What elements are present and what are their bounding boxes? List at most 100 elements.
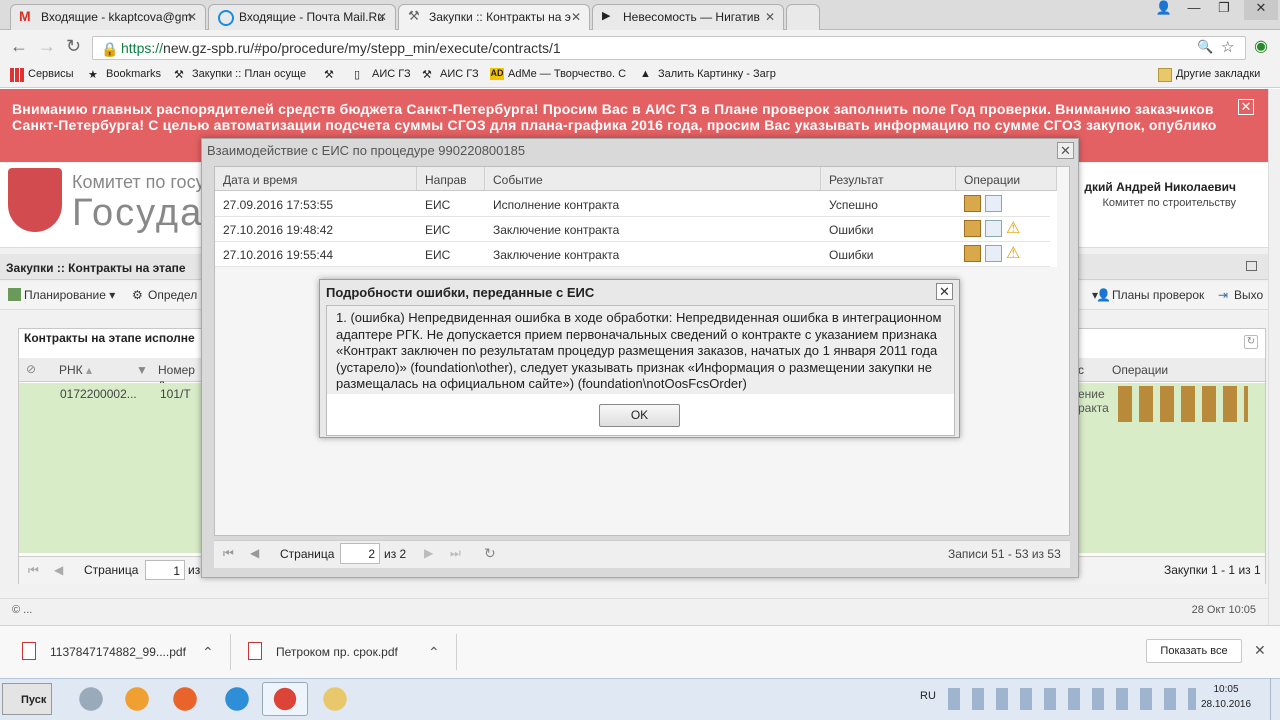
first-page-icon[interactable]: ⏮ <box>223 546 234 561</box>
bookmark-ais-2[interactable]: ⚒ АИС ГЗ <box>422 68 479 81</box>
show-desktop-button[interactable] <box>1270 678 1280 720</box>
filter-clear-icon[interactable]: ⊘ <box>26 362 42 378</box>
divider <box>230 634 231 670</box>
bookmark-services[interactable]: Сервисы <box>10 68 74 82</box>
download-item[interactable]: Петроком пр. срок.pdf <box>248 642 398 660</box>
status-datetime: 28 Окт 10:05 <box>1191 604 1256 616</box>
menu-exit[interactable]: ⇥ Выхо <box>1218 288 1268 302</box>
cell-result: Ошибки <box>829 248 874 262</box>
firefox-icon[interactable] <box>162 682 208 716</box>
close-icon[interactable]: ✕ <box>571 10 581 24</box>
tab-youtube[interactable]: ▶ Невесомость — Нигатив ✕ <box>592 4 784 30</box>
tab-label: Закупки :: Контракты на э <box>429 10 571 24</box>
menu-inspection-plans[interactable]: 👤 Планы проверок <box>1096 288 1204 302</box>
forward-icon[interactable]: → <box>38 36 56 57</box>
user-info[interactable]: дкий Андрей Николаевич Комитет по строит… <box>1076 172 1244 218</box>
close-icon[interactable]: ✕ <box>377 10 387 24</box>
bookmark-other[interactable]: Другие закладки <box>1158 68 1260 82</box>
cell-datetime: 27.10.2016 19:48:42 <box>223 223 334 237</box>
zoom-icon[interactable]: 🔍 <box>1197 39 1213 55</box>
refresh-icon[interactable]: ↻ <box>1244 335 1258 349</box>
prev-page-icon[interactable]: ◀ <box>250 546 259 560</box>
chevron-up-icon[interactable]: ⌃ <box>428 644 440 661</box>
address-bar[interactable]: 🔒 https://new.gz-spb.ru/#po/procedure/my… <box>92 36 1246 60</box>
user-organization: Комитет по строительству <box>1102 197 1237 209</box>
bookmark-upload[interactable]: ▲ Залить Картинку - Загр <box>640 68 778 80</box>
bookmark-ais-1[interactable]: ▯ АИС ГЗ <box>354 68 411 81</box>
tab-gmail[interactable]: M Входящие - kkaptcova@gm ✕ <box>10 4 206 30</box>
show-all-downloads-button[interactable]: Показать все <box>1146 639 1242 663</box>
tab-zakupki[interactable]: ⚒ Закупки :: Контракты на э ✕ <box>398 4 590 31</box>
app-icon[interactable] <box>68 682 114 716</box>
menu-define[interactable]: ⚙ Определ <box>132 288 197 302</box>
language-indicator[interactable]: RU <box>920 690 936 702</box>
back-icon[interactable]: ← <box>10 36 28 57</box>
row-operation-icons[interactable] <box>1118 386 1248 422</box>
tray-clock[interactable]: 10:05 28.10.2016 <box>1201 684 1251 710</box>
extension-icon[interactable]: ◉ <box>1254 36 1268 56</box>
col-header-datetime[interactable]: Дата и время <box>215 167 417 191</box>
tray-icons[interactable] <box>948 688 1196 710</box>
col-header-event[interactable]: Событие <box>485 167 821 191</box>
play-icon: ▶ <box>602 10 611 22</box>
profile-icon[interactable]: 👤 <box>1150 0 1178 20</box>
bookmark-adme[interactable]: AD AdMe — Творчество. С <box>490 68 628 80</box>
close-icon[interactable]: ✕ <box>1057 142 1074 159</box>
divider <box>456 634 457 670</box>
table-row[interactable]: 27.10.2016 19:55:44 ЕИС Заключение контр… <box>215 242 1050 267</box>
col-header-result[interactable]: Результат <box>821 167 956 191</box>
package-icon[interactable] <box>964 195 981 212</box>
refresh-icon[interactable]: ↻ <box>484 545 496 562</box>
prev-page-icon[interactable]: ◀ <box>54 563 63 577</box>
bookmark-plan[interactable]: ⚒ Закупки :: План осуще <box>174 68 314 80</box>
page-scrollbar[interactable] <box>1268 89 1280 625</box>
filter-icon[interactable]: ▼ <box>136 363 148 377</box>
star-icon[interactable]: ☆ <box>1221 38 1234 56</box>
banner-close-icon[interactable]: ✕ <box>1238 99 1254 115</box>
document-icon[interactable] <box>985 220 1002 237</box>
menu-more[interactable]: ▾ <box>1076 288 1098 302</box>
first-page-icon[interactable]: ⏮ <box>28 563 39 578</box>
collapse-icon[interactable] <box>1246 261 1257 271</box>
tab-mailru[interactable]: Входящие - Почта Mail.Ru ✕ <box>208 4 396 30</box>
media-player-icon[interactable] <box>114 682 160 716</box>
last-page-icon[interactable]: ⏭ <box>450 546 461 561</box>
table-row[interactable]: 27.09.2016 17:53:55 ЕИС Исполнение контр… <box>215 192 1050 217</box>
gear-icon: ⚙ <box>132 288 143 302</box>
package-icon[interactable] <box>964 220 981 237</box>
new-tab-button[interactable] <box>786 4 820 30</box>
menu-planning[interactable]: Планирование ▾ <box>8 288 115 302</box>
url-text: new.gz-spb.ru/#po/procedure/my/stepp_min… <box>163 40 561 56</box>
star-icon: ★ <box>88 69 98 81</box>
close-icon[interactable]: ✕ <box>936 283 953 300</box>
gmail-icon: M <box>19 8 31 24</box>
chrome-icon[interactable] <box>262 682 308 716</box>
bookmark-bookmarks[interactable]: ★ Bookmarks <box>88 68 161 81</box>
reload-icon[interactable]: ↻ <box>66 36 81 57</box>
package-icon[interactable] <box>964 245 981 262</box>
hammer-icon: ⚒ <box>174 69 184 80</box>
page-input[interactable]: 2 <box>340 543 380 564</box>
table-row[interactable]: 27.10.2016 19:48:42 ЕИС Заключение контр… <box>215 217 1050 242</box>
maximize-icon[interactable]: ❐ <box>1210 0 1238 20</box>
ok-button[interactable]: OK <box>599 404 680 427</box>
warning-icon[interactable]: ⚠ <box>1006 243 1023 262</box>
col-header-direction[interactable]: Направ <box>417 167 485 191</box>
document-icon[interactable] <box>985 195 1002 212</box>
close-icon[interactable]: ✕ <box>1254 642 1266 659</box>
close-icon[interactable]: ✕ <box>765 10 775 24</box>
chevron-up-icon[interactable]: ⌃ <box>202 644 214 661</box>
warning-icon[interactable]: ⚠ <box>1006 218 1023 237</box>
next-page-icon[interactable]: ▶ <box>424 546 433 560</box>
explorer-folder-icon[interactable] <box>312 682 358 716</box>
minimize-icon[interactable]: — <box>1180 0 1208 20</box>
col-header-rnk[interactable]: РНК ▴ <box>59 363 92 377</box>
close-window-icon[interactable]: ✕ <box>1244 0 1278 20</box>
page-input[interactable]: 1 <box>145 560 185 580</box>
start-button[interactable]: Пуск <box>2 683 52 715</box>
download-item[interactable]: 1137847174882_99....pdf <box>22 642 186 660</box>
adme-icon: AD <box>490 68 504 80</box>
document-icon[interactable] <box>985 245 1002 262</box>
close-icon[interactable]: ✕ <box>187 10 197 24</box>
internet-explorer-icon[interactable] <box>214 682 260 716</box>
